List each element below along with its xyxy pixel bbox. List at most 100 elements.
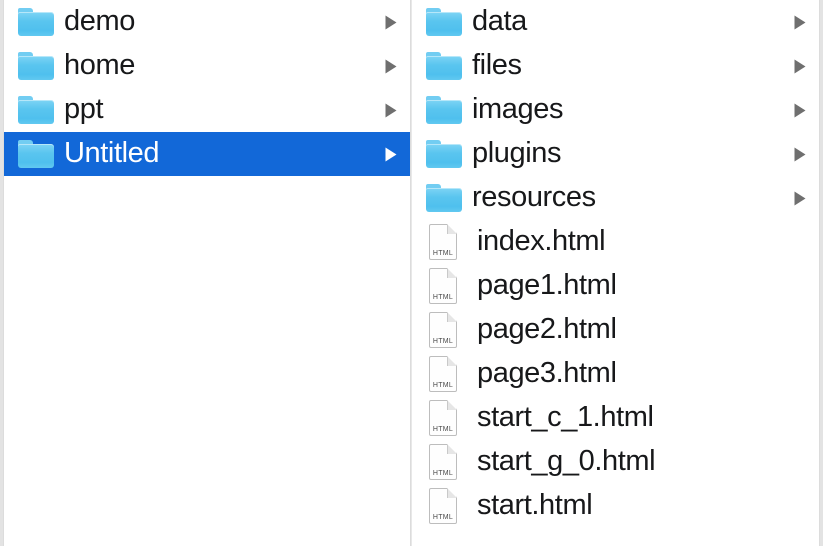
folder-icon [18, 140, 54, 168]
row-label: resources [472, 182, 596, 213]
folder-row[interactable]: plugins [412, 132, 819, 176]
folder-icon [426, 140, 462, 168]
folder-icon-body [18, 144, 54, 168]
row-icon: HTML [426, 312, 466, 348]
folder-icon-body [18, 12, 54, 36]
row-icon [18, 140, 58, 168]
html-file-icon-extension-label: HTML [432, 514, 454, 521]
html-file-icon: HTML [429, 268, 457, 304]
folder-icon-body [426, 100, 462, 124]
chevron-right-icon[interactable] [789, 147, 811, 162]
row-label: page2.html [477, 314, 617, 345]
row-label: data [472, 6, 527, 37]
html-file-icon: HTML [429, 400, 457, 436]
row-icon [426, 140, 466, 168]
html-file-icon-extension-label: HTML [432, 294, 454, 301]
folder-row[interactable]: home [4, 44, 410, 88]
html-file-icon: HTML [429, 488, 457, 524]
folder-icon-body [426, 188, 462, 212]
folder-icon-body [426, 144, 462, 168]
row-label: start_g_0.html [477, 446, 656, 477]
row-icon: HTML [426, 224, 466, 260]
row-label: page3.html [477, 358, 617, 389]
row-label: home [64, 50, 135, 81]
file-browser-column-view: demo home ppt Untitled data files images plugi… [0, 0, 824, 546]
row-icon [426, 184, 466, 212]
row-icon [426, 8, 466, 36]
html-file-icon: HTML [429, 356, 457, 392]
row-icon [18, 96, 58, 124]
row-label: Untitled [64, 138, 160, 169]
html-file-icon-fold [447, 224, 457, 234]
chevron-right-icon[interactable] [380, 15, 402, 30]
folder-icon [426, 52, 462, 80]
row-label: start.html [477, 490, 593, 521]
row-icon: HTML [426, 444, 466, 480]
html-file-icon-fold [447, 400, 457, 410]
folder-icon [18, 96, 54, 124]
folder-icon [426, 184, 462, 212]
folder-icon-body [426, 56, 462, 80]
file-row[interactable]: HTML index.html [412, 220, 819, 264]
folder-row[interactable]: resources [412, 176, 819, 220]
html-file-icon-extension-label: HTML [432, 338, 454, 345]
folder-row[interactable]: demo [4, 0, 410, 44]
html-file-icon-fold [447, 356, 457, 366]
chevron-right-icon[interactable] [789, 59, 811, 74]
folder-row[interactable]: data [412, 0, 819, 44]
html-file-icon: HTML [429, 224, 457, 260]
file-row[interactable]: HTML start_c_1.html [412, 396, 819, 440]
row-icon [18, 8, 58, 36]
folder-icon [426, 96, 462, 124]
file-row[interactable]: HTML page1.html [412, 264, 819, 308]
folder-icon-body [426, 12, 462, 36]
child-column: data files images plugins resources HTML index… [411, 0, 819, 546]
file-row[interactable]: HTML start.html [412, 484, 819, 528]
row-label: start_c_1.html [477, 402, 654, 433]
html-file-icon-extension-label: HTML [432, 382, 454, 389]
right-edge-gutter [819, 0, 823, 546]
row-label: index.html [477, 226, 606, 257]
folder-icon [18, 8, 54, 36]
row-icon [426, 52, 466, 80]
row-icon [426, 96, 466, 124]
folder-row[interactable]: images [412, 88, 819, 132]
html-file-icon-extension-label: HTML [432, 470, 454, 477]
folder-icon [18, 52, 54, 80]
folder-row[interactable]: files [412, 44, 819, 88]
html-file-icon-extension-label: HTML [432, 250, 454, 257]
parent-column: demo home ppt Untitled [4, 0, 411, 546]
child-column-list: data files images plugins resources HTML index… [412, 0, 819, 528]
row-label: images [472, 94, 564, 125]
folder-icon-body [18, 100, 54, 124]
html-file-icon: HTML [429, 312, 457, 348]
html-file-icon-fold [447, 444, 457, 454]
html-file-icon: HTML [429, 444, 457, 480]
chevron-right-icon[interactable] [380, 59, 402, 74]
row-label: demo [64, 6, 135, 37]
chevron-right-icon[interactable] [789, 103, 811, 118]
html-file-icon-fold [447, 488, 457, 498]
row-label: files [472, 50, 522, 81]
chevron-right-icon[interactable] [789, 191, 811, 206]
row-icon: HTML [426, 356, 466, 392]
html-file-icon-fold [447, 268, 457, 278]
file-row[interactable]: HTML start_g_0.html [412, 440, 819, 484]
row-label: ppt [64, 94, 104, 125]
row-icon: HTML [426, 488, 466, 524]
chevron-right-icon[interactable] [380, 103, 402, 118]
file-row[interactable]: HTML page3.html [412, 352, 819, 396]
parent-column-list: demo home ppt Untitled [4, 0, 410, 176]
row-icon: HTML [426, 268, 466, 304]
html-file-icon-extension-label: HTML [432, 426, 454, 433]
row-label: page1.html [477, 270, 617, 301]
file-row[interactable]: HTML page2.html [412, 308, 819, 352]
chevron-right-icon[interactable] [789, 15, 811, 30]
row-label: plugins [472, 138, 562, 169]
folder-row[interactable]: Untitled [4, 132, 410, 176]
row-icon [18, 52, 58, 80]
folder-icon [426, 8, 462, 36]
folder-icon-body [18, 56, 54, 80]
folder-row[interactable]: ppt [4, 88, 410, 132]
chevron-right-icon[interactable] [380, 147, 402, 162]
